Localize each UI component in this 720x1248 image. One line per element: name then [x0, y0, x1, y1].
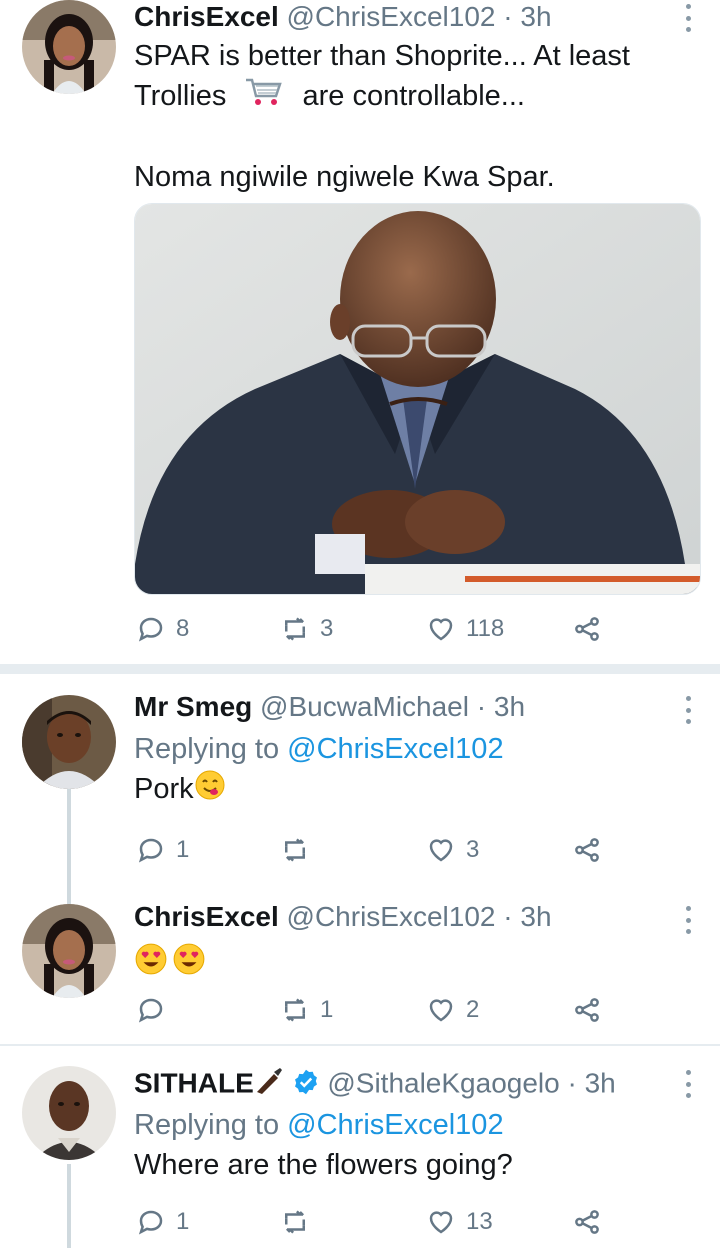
reply-count: 8: [176, 615, 190, 642]
reply-icon: [138, 617, 163, 642]
verified-badge-icon: [292, 1068, 320, 1096]
more-options-icon[interactable]: [684, 906, 692, 934]
reply-count: 1: [176, 836, 190, 863]
share-button[interactable]: [572, 992, 602, 1028]
replying-to-link[interactable]: @ChrisExcel102: [287, 1109, 503, 1141]
timestamp[interactable]: · 3h: [503, 1, 551, 32]
like-count: 118: [466, 615, 505, 642]
username[interactable]: @BucwaMichael: [260, 691, 469, 722]
tweet[interactable]: ChrisExcel @ChrisExcel102 · 3h 1 2: [0, 898, 720, 1038]
retweet-count: 3: [320, 615, 334, 642]
share-button[interactable]: [572, 611, 602, 647]
avatar[interactable]: [22, 0, 116, 94]
like-button[interactable]: 3: [426, 832, 479, 868]
retweet-icon: [285, 998, 305, 1022]
retweet-icon: [285, 617, 305, 641]
retweet-button[interactable]: 3: [280, 611, 333, 647]
heart-icon: [429, 618, 453, 641]
reply-icon: [138, 838, 163, 863]
tweet-text-part: are controllable...: [302, 80, 525, 113]
tweet-text-line: Noma ngiwile ngiwele Kwa Spar.: [134, 161, 555, 193]
yum-face-emoji-icon: [194, 769, 226, 812]
heart-eyes-emoji-icon: [172, 942, 206, 981]
like-count: 13: [466, 1208, 493, 1235]
share-icon: [575, 617, 599, 641]
tweet-photo[interactable]: [134, 203, 701, 595]
tweet[interactable]: ChrisExcel @ChrisExcel102 · 3h SPAR is b…: [0, 0, 720, 662]
like-count: 2: [466, 996, 480, 1023]
timestamp[interactable]: · 3h: [568, 1067, 616, 1098]
heart-icon: [429, 839, 453, 862]
username[interactable]: @ChrisExcel102: [287, 1, 496, 32]
reply-button[interactable]: 1: [136, 1204, 189, 1240]
timestamp[interactable]: · 3h: [477, 691, 525, 722]
replying-to-link[interactable]: @ChrisExcel102: [287, 733, 503, 765]
replying-to-label: Replying to: [134, 1109, 280, 1141]
reply-icon: [138, 1210, 163, 1235]
retweet-icon: [285, 1210, 305, 1234]
tweet-text-line: SPAR is better than Shoprite... At least: [134, 40, 630, 72]
avatar[interactable]: [22, 904, 116, 998]
tweet[interactable]: Mr Smeg @BucwaMichael · 3h Replying to @…: [0, 690, 720, 994]
reply-button[interactable]: 1: [136, 832, 189, 868]
more-options-icon[interactable]: [684, 1070, 692, 1098]
share-icon: [575, 998, 599, 1022]
avatar[interactable]: [22, 695, 116, 789]
heart-icon: [429, 1211, 453, 1234]
tweet-text: Where are the flowers going?: [134, 1149, 513, 1181]
reply-button[interactable]: [136, 992, 176, 1028]
heart-icon: [429, 999, 453, 1022]
retweet-button[interactable]: [280, 1204, 320, 1240]
tweet-text: Pork: [134, 773, 194, 806]
like-button[interactable]: 118: [426, 611, 504, 647]
shopping-cart-emoji-icon: [244, 76, 284, 119]
username[interactable]: @ChrisExcel102: [287, 901, 496, 932]
tweet-text-part: Trollies: [134, 80, 227, 113]
like-button[interactable]: 2: [426, 992, 479, 1028]
reply-count: 1: [176, 1208, 190, 1235]
retweet-icon: [285, 838, 305, 862]
retweet-button[interactable]: 1: [280, 992, 333, 1028]
share-button[interactable]: [572, 1204, 602, 1240]
timestamp[interactable]: · 3h: [503, 901, 551, 932]
more-options-icon[interactable]: [684, 696, 692, 724]
avatar[interactable]: [22, 1066, 116, 1160]
share-icon: [575, 838, 599, 862]
display-name[interactable]: ChrisExcel: [134, 1, 279, 32]
tweet[interactable]: SITHALE @SithaleKgaogelo · 3h Replying t…: [0, 1066, 720, 1248]
display-name[interactable]: ChrisExcel: [134, 901, 279, 932]
heart-eyes-emoji-icon: [134, 942, 168, 981]
like-button[interactable]: 13: [426, 1204, 493, 1240]
section-divider: [0, 664, 720, 674]
more-options-icon[interactable]: [684, 4, 692, 32]
reply-button[interactable]: 8: [136, 611, 189, 647]
thread-line: [67, 1164, 71, 1248]
display-name[interactable]: Mr Smeg: [134, 691, 252, 722]
timeline: ChrisExcel @ChrisExcel102 · 3h SPAR is b…: [0, 0, 720, 1248]
retweet-count: 1: [320, 996, 334, 1023]
replying-to-label: Replying to: [134, 733, 280, 765]
like-count: 3: [466, 836, 480, 863]
username[interactable]: @SithaleKgaogelo: [327, 1067, 559, 1098]
share-icon: [575, 1210, 599, 1234]
section-divider: [0, 1044, 720, 1046]
retweet-button[interactable]: [280, 832, 320, 868]
writing-hand-emoji-icon: [254, 1066, 284, 1104]
share-button[interactable]: [572, 832, 602, 868]
display-name[interactable]: SITHALE: [134, 1067, 254, 1098]
reply-icon: [138, 998, 163, 1023]
